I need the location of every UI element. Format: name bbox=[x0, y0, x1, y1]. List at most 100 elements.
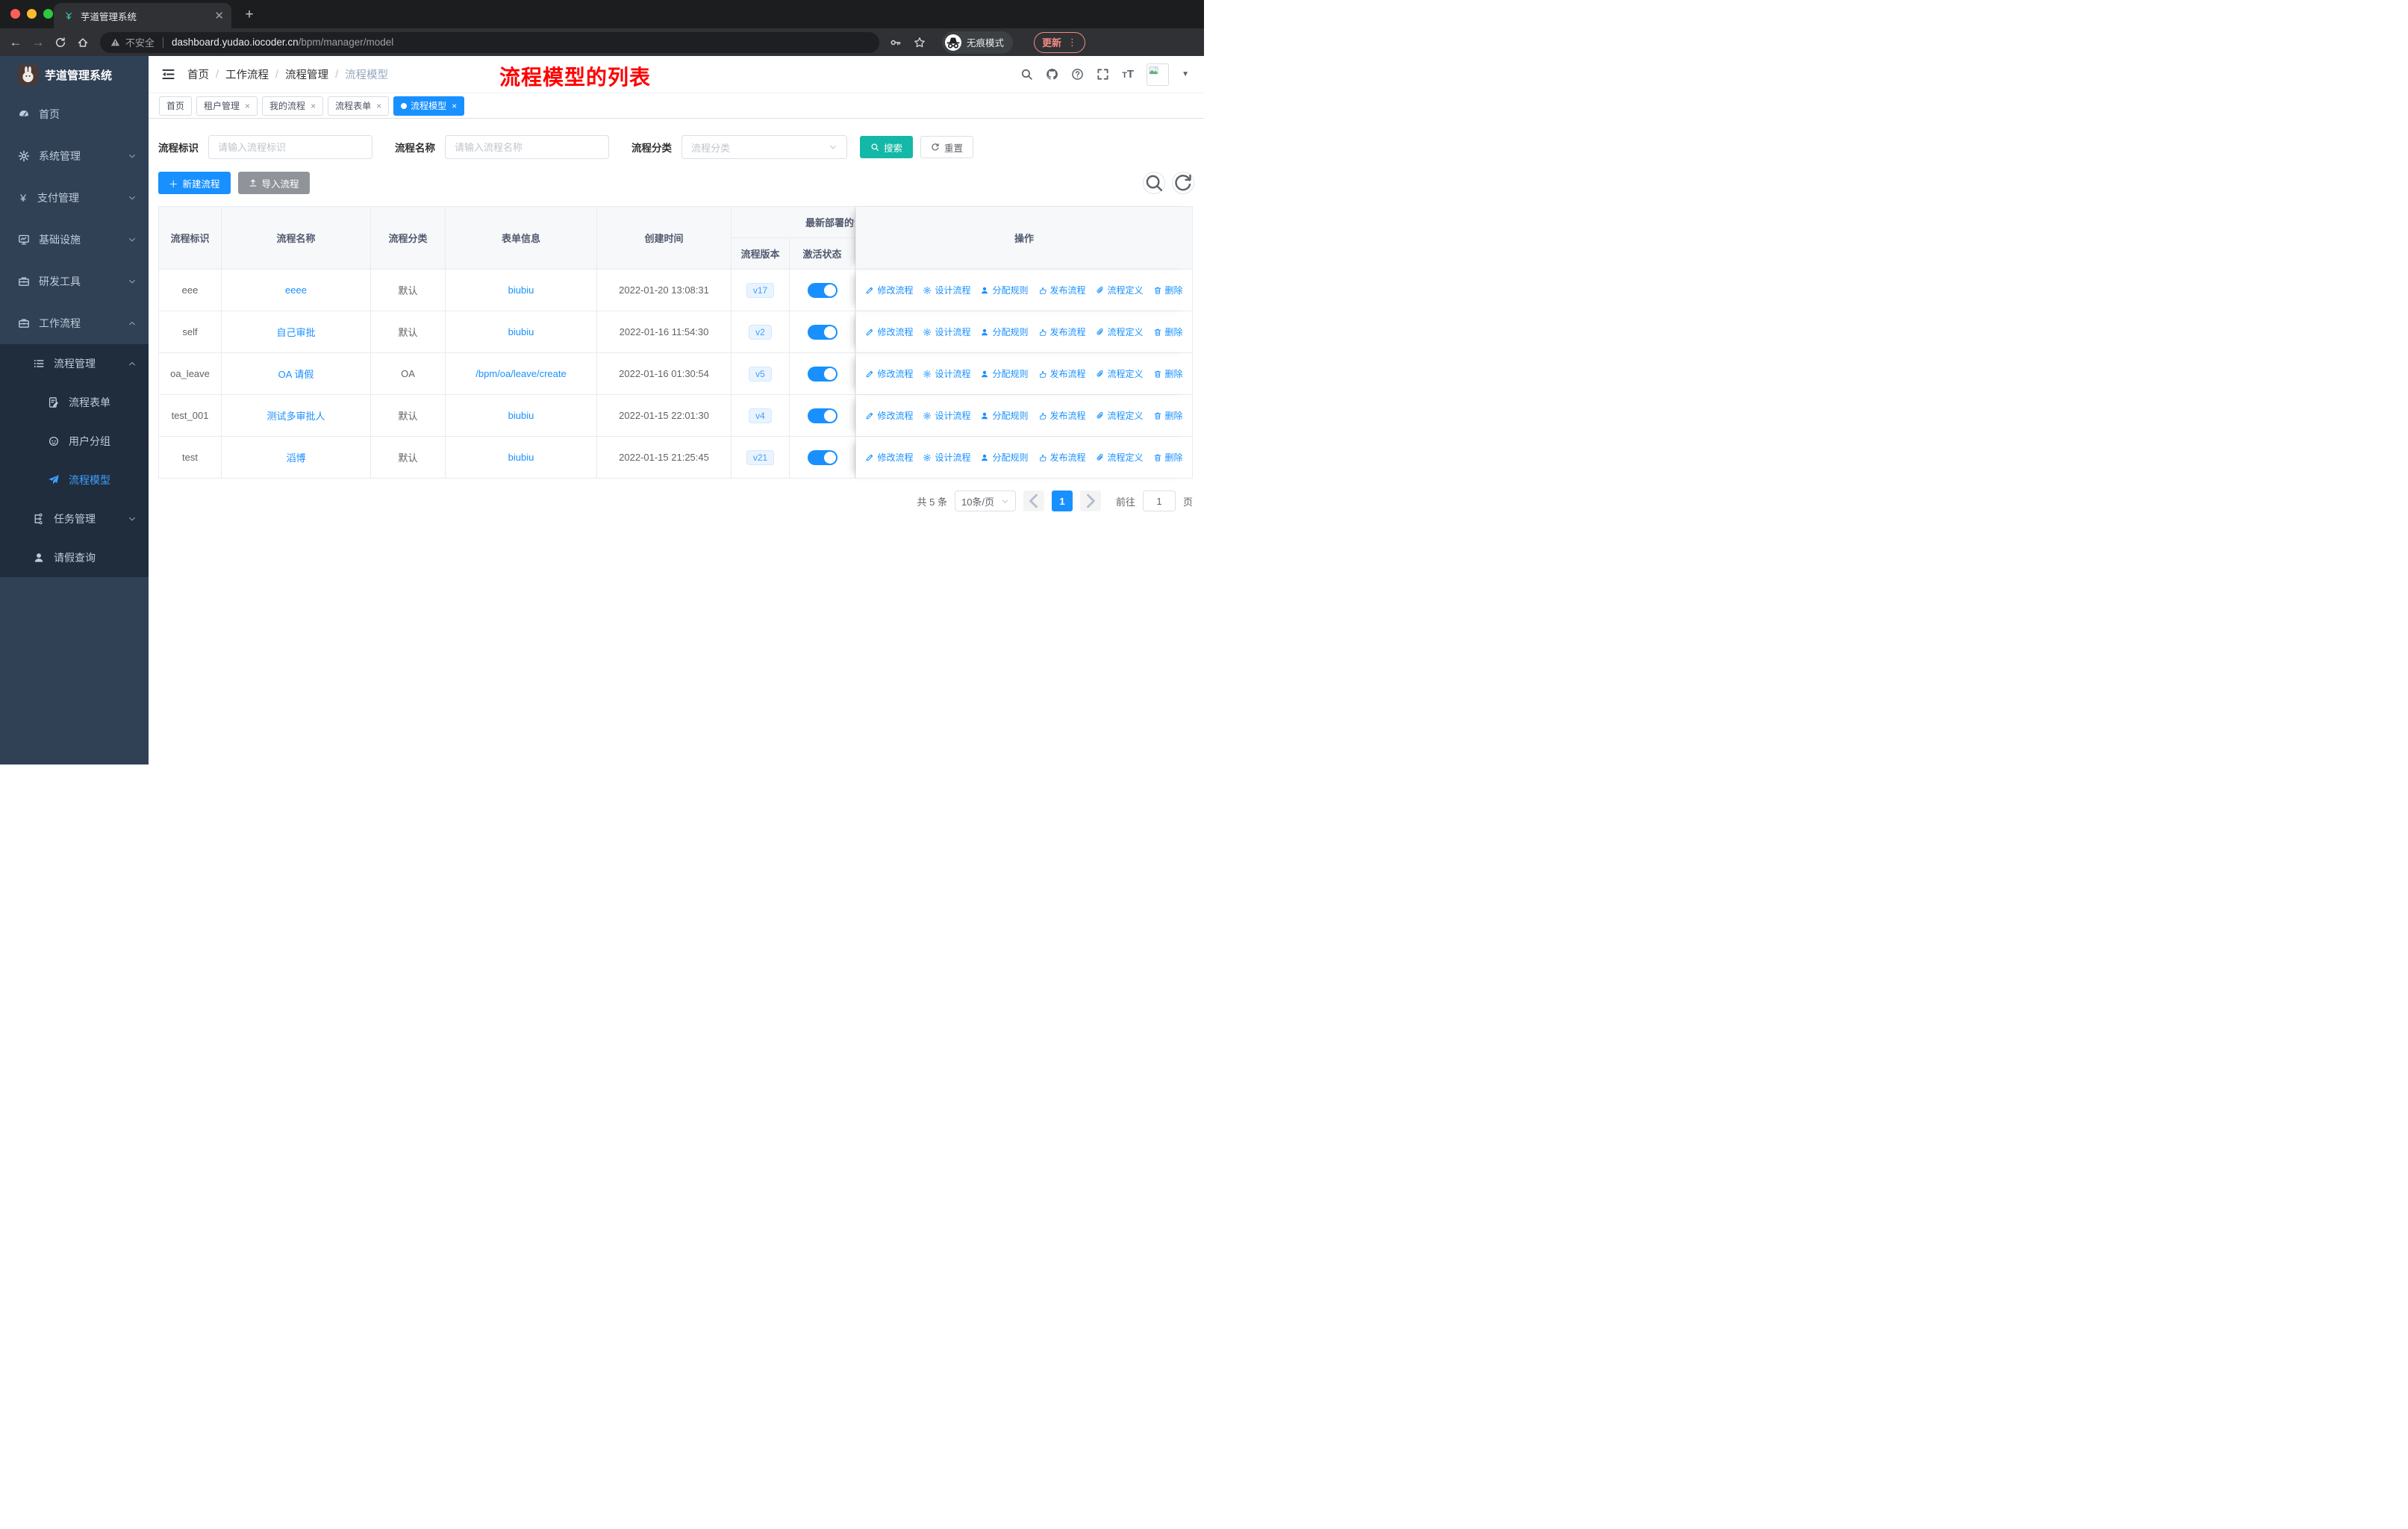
activation-toggle[interactable] bbox=[807, 324, 838, 340]
activation-toggle[interactable] bbox=[807, 282, 838, 298]
view-tab[interactable]: 首页 bbox=[159, 96, 193, 116]
row-action-publish[interactable]: 发布流程 bbox=[1038, 367, 1086, 380]
home-icon[interactable] bbox=[72, 37, 94, 49]
sidebar-item[interactable]: 研发工具 bbox=[0, 261, 149, 302]
sidebar-item[interactable]: 工作流程 bbox=[0, 302, 149, 344]
row-action-delete[interactable]: 删除 bbox=[1153, 367, 1183, 380]
row-action-publish[interactable]: 发布流程 bbox=[1038, 326, 1086, 338]
activation-toggle[interactable] bbox=[807, 449, 838, 465]
row-action-definition[interactable]: 流程定义 bbox=[1096, 367, 1144, 380]
row-action-delete[interactable]: 删除 bbox=[1153, 326, 1183, 338]
address-bar[interactable]: 不安全 dashboard.yudao.iocoder.cn /bpm/mana… bbox=[100, 31, 879, 53]
row-action-design[interactable]: 设计流程 bbox=[923, 451, 970, 464]
refresh-table-button[interactable] bbox=[1172, 172, 1194, 194]
tab-close-icon[interactable]: ✕ bbox=[214, 9, 224, 22]
row-action-design[interactable]: 设计流程 bbox=[923, 284, 970, 296]
prev-page-button[interactable] bbox=[1023, 491, 1044, 511]
form-info-link[interactable]: biubiu bbox=[508, 284, 534, 296]
close-icon[interactable]: × bbox=[376, 101, 381, 111]
sidebar-item[interactable]: 流程表单 bbox=[0, 383, 149, 422]
search-icon[interactable] bbox=[1020, 68, 1033, 81]
breadcrumb-item[interactable]: 工作流程 bbox=[225, 66, 269, 82]
reset-button[interactable]: 重置 bbox=[920, 136, 974, 158]
row-action-delete[interactable]: 删除 bbox=[1153, 409, 1183, 422]
font-size-icon[interactable]: TT bbox=[1122, 69, 1134, 80]
next-page-button[interactable] bbox=[1079, 491, 1101, 511]
row-action-delete[interactable]: 删除 bbox=[1153, 284, 1183, 296]
sidebar-item[interactable]: 请假查询 bbox=[0, 538, 149, 577]
forward-icon[interactable]: → bbox=[27, 35, 49, 50]
row-action-assign[interactable]: 分配规则 bbox=[980, 409, 1029, 422]
maximize-window-button[interactable] bbox=[43, 9, 53, 19]
sidebar-item[interactable]: 任务管理 bbox=[0, 499, 149, 538]
row-action-edit[interactable]: 修改流程 bbox=[865, 326, 913, 338]
sidebar-item[interactable]: 系统管理 bbox=[0, 135, 149, 177]
page-size-select[interactable]: 10条/页 bbox=[954, 491, 1016, 511]
reload-icon[interactable] bbox=[49, 37, 72, 49]
close-icon[interactable]: × bbox=[452, 101, 457, 111]
row-action-assign[interactable]: 分配规则 bbox=[980, 367, 1029, 380]
view-tab[interactable]: 流程模型 × bbox=[393, 96, 465, 116]
sidebar-item[interactable]: 首页 bbox=[0, 93, 149, 135]
row-action-delete[interactable]: 删除 bbox=[1153, 451, 1183, 464]
sidebar-item[interactable]: 流程模型 bbox=[0, 461, 149, 499]
search-button[interactable]: 搜索 bbox=[860, 136, 914, 158]
avatar[interactable] bbox=[1147, 63, 1170, 86]
filter-key-input[interactable] bbox=[208, 135, 372, 159]
import-model-button[interactable]: 导入流程 bbox=[237, 172, 310, 194]
filter-name-input[interactable] bbox=[445, 135, 609, 159]
form-info-link[interactable]: biubiu bbox=[508, 452, 534, 463]
help-icon[interactable] bbox=[1071, 68, 1084, 81]
row-action-edit[interactable]: 修改流程 bbox=[865, 284, 913, 296]
row-action-definition[interactable]: 流程定义 bbox=[1096, 284, 1144, 296]
filter-category-select[interactable]: 流程分类 bbox=[681, 135, 847, 159]
fullscreen-icon[interactable] bbox=[1097, 68, 1109, 81]
new-tab-button[interactable]: + bbox=[240, 6, 258, 24]
row-action-assign[interactable]: 分配规则 bbox=[980, 326, 1029, 338]
browser-update-button[interactable]: 更新 ⋮ bbox=[1034, 31, 1086, 53]
close-icon[interactable]: × bbox=[311, 101, 316, 111]
row-action-publish[interactable]: 发布流程 bbox=[1038, 284, 1086, 296]
goto-page-input[interactable] bbox=[1142, 491, 1176, 511]
minimize-window-button[interactable] bbox=[27, 9, 37, 19]
sidebar-item[interactable]: ¥ 支付管理 bbox=[0, 177, 149, 219]
activation-toggle[interactable] bbox=[807, 366, 838, 382]
row-action-design[interactable]: 设计流程 bbox=[923, 367, 970, 380]
github-icon[interactable] bbox=[1046, 68, 1058, 81]
model-name-link[interactable]: 自己审批 bbox=[276, 325, 315, 339]
row-action-edit[interactable]: 修改流程 bbox=[865, 409, 913, 422]
row-action-definition[interactable]: 流程定义 bbox=[1096, 409, 1144, 422]
form-info-link[interactable]: biubiu bbox=[508, 410, 534, 421]
browser-tab[interactable]: 芋道管理系统 ✕ bbox=[54, 3, 231, 28]
sidebar-item[interactable]: 基础设施 bbox=[0, 219, 149, 261]
row-action-assign[interactable]: 分配规则 bbox=[980, 284, 1029, 296]
activation-toggle[interactable] bbox=[807, 408, 838, 423]
row-action-assign[interactable]: 分配规则 bbox=[980, 451, 1029, 464]
model-name-link[interactable]: eeee bbox=[285, 284, 307, 296]
breadcrumb-item[interactable]: 流程管理 bbox=[285, 66, 328, 82]
row-action-edit[interactable]: 修改流程 bbox=[865, 451, 913, 464]
create-model-button[interactable]: ＋ 新建流程 bbox=[158, 172, 231, 194]
caret-down-icon[interactable]: ▼ bbox=[1182, 70, 1189, 78]
close-window-button[interactable] bbox=[10, 9, 20, 19]
row-action-publish[interactable]: 发布流程 bbox=[1038, 451, 1086, 464]
row-action-definition[interactable]: 流程定义 bbox=[1096, 326, 1144, 338]
form-info-link[interactable]: /bpm/oa/leave/create bbox=[475, 368, 566, 379]
current-page-button[interactable]: 1 bbox=[1051, 491, 1073, 511]
bookmark-star-icon[interactable] bbox=[914, 37, 926, 49]
breadcrumb-item[interactable]: 首页 bbox=[187, 66, 209, 82]
row-action-definition[interactable]: 流程定义 bbox=[1096, 451, 1144, 464]
row-action-edit[interactable]: 修改流程 bbox=[865, 367, 913, 380]
back-icon[interactable]: ← bbox=[4, 35, 27, 50]
view-tab[interactable]: 租户管理 × bbox=[196, 96, 258, 116]
close-icon[interactable]: × bbox=[245, 101, 250, 111]
model-name-link[interactable]: OA 请假 bbox=[278, 367, 314, 381]
model-name-link[interactable]: 滔博 bbox=[286, 450, 305, 464]
sidebar-collapse-icon[interactable] bbox=[161, 67, 175, 81]
menu-kebab-icon[interactable]: ⋮ bbox=[1067, 37, 1077, 49]
row-action-publish[interactable]: 发布流程 bbox=[1038, 409, 1086, 422]
view-tab[interactable]: 流程表单 × bbox=[328, 96, 390, 116]
sidebar-item[interactable]: 流程管理 bbox=[0, 344, 149, 383]
sidebar-item[interactable]: 用户分组 bbox=[0, 422, 149, 461]
view-tab[interactable]: 我的流程 × bbox=[262, 96, 324, 116]
